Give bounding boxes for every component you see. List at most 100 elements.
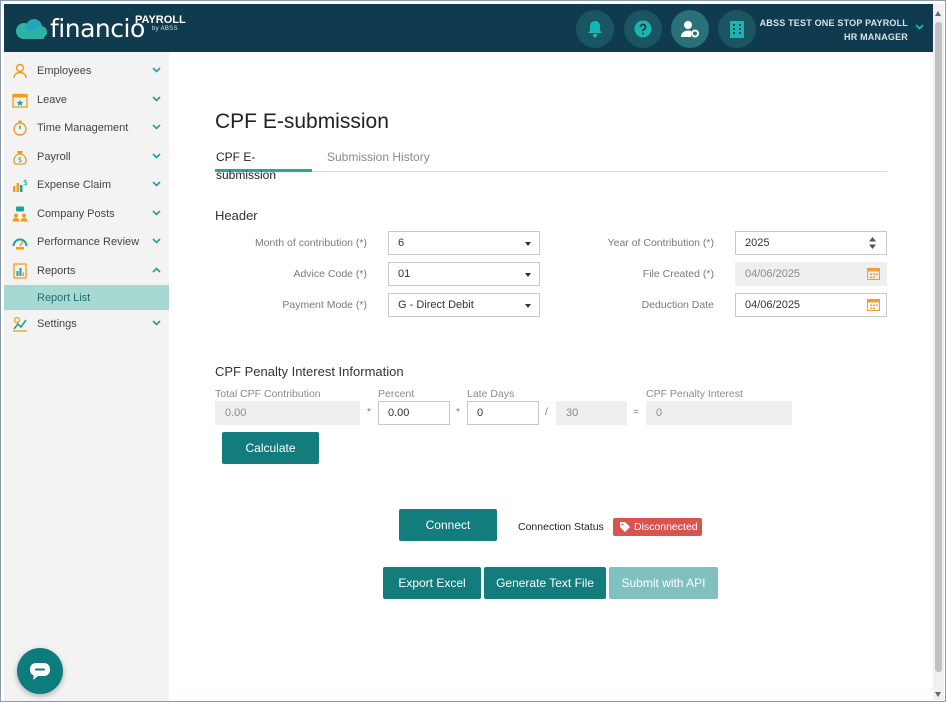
submit-with-api-button[interactable]: Submit with API bbox=[609, 567, 718, 599]
notifications-button[interactable] bbox=[576, 10, 614, 48]
sidebar-item-expense-claim[interactable]: $ Expense Claim bbox=[4, 171, 169, 200]
year-label: Year of Contribution (*) bbox=[607, 237, 714, 249]
sidebar-item-label: Performance Review bbox=[37, 236, 140, 249]
spinner-arrows-icon[interactable] bbox=[869, 237, 876, 249]
cloud-logo-icon bbox=[16, 19, 47, 39]
scroll-up-arrow-icon[interactable] bbox=[935, 11, 941, 16]
chevron-down-icon bbox=[152, 124, 161, 130]
advice-code-value: 01 bbox=[398, 268, 411, 280]
settings-chart-icon bbox=[13, 317, 27, 332]
sidebar-item-company-posts[interactable]: Company Posts bbox=[4, 200, 169, 229]
month-value: 6 bbox=[398, 237, 405, 249]
sidebar-item-label: Expense Claim bbox=[37, 179, 111, 192]
penalty-section-title: CPF Penalty Interest Information bbox=[215, 364, 404, 379]
total-cpf-value: 0.00 bbox=[225, 407, 247, 419]
divide-operator: / bbox=[545, 407, 548, 418]
chevron-down-icon bbox=[152, 152, 161, 159]
tab-bar: CPF E-submission Submission History bbox=[215, 148, 887, 182]
chevron-down-icon bbox=[152, 209, 161, 216]
year-value: 2025 bbox=[745, 237, 770, 249]
top-bar: financio PAYROLL by ABSS ABSS TEST ONE S… bbox=[4, 4, 933, 52]
company-name: ABSS TEST ONE STOP PAYROLL bbox=[759, 18, 908, 28]
file-created-label: File Created (*) bbox=[642, 268, 714, 280]
advice-code-label: Advice Code (*) bbox=[293, 268, 367, 280]
sidebar-subitem-report-list[interactable]: Report List bbox=[4, 285, 169, 310]
connection-status-label: Connection Status bbox=[518, 521, 604, 533]
calculate-button[interactable]: Calculate bbox=[222, 432, 319, 464]
chevron-down-icon[interactable] bbox=[915, 24, 924, 30]
advice-code-select[interactable]: 01 bbox=[388, 262, 540, 286]
chevron-up-icon bbox=[152, 266, 161, 273]
sidebar-item-employees[interactable]: Employees bbox=[4, 57, 169, 86]
connect-button[interactable]: Connect bbox=[399, 509, 497, 541]
svg-text:$: $ bbox=[18, 156, 22, 164]
month-select[interactable]: 6 bbox=[388, 231, 540, 255]
sidebar-item-label: Employees bbox=[37, 65, 92, 78]
status-badge-text: Disconnected bbox=[634, 521, 698, 533]
file-created-field: 04/06/2025 bbox=[735, 262, 887, 286]
payment-mode-select[interactable]: G - Direct Debit bbox=[388, 293, 540, 317]
sidebar-item-reports[interactable]: Reports bbox=[4, 257, 169, 286]
user-role: HR MANAGER bbox=[844, 32, 908, 42]
chevron-down-icon bbox=[152, 181, 161, 187]
sidebar-item-label: Leave bbox=[37, 93, 67, 106]
help-icon bbox=[634, 20, 652, 38]
export-excel-button[interactable]: Export Excel bbox=[383, 567, 481, 599]
year-stepper[interactable]: 2025 bbox=[735, 231, 887, 255]
scroll-down-arrow-icon[interactable] bbox=[935, 692, 941, 697]
byline: by ABSS bbox=[152, 26, 178, 32]
payment-mode-label: Payment Mode (*) bbox=[282, 299, 367, 311]
sidebar-item-settings[interactable]: Settings bbox=[4, 310, 169, 339]
main-content: CPF E-submission CPF E-submission Submis… bbox=[169, 52, 933, 701]
financio-logo[interactable]: financio bbox=[14, 14, 145, 44]
page-title: CPF E-submission bbox=[215, 110, 389, 133]
company-info[interactable]: ABSS TEST ONE STOP PAYROLL HR MANAGER bbox=[760, 16, 908, 44]
product-tag: PAYROLL bbox=[135, 14, 186, 26]
percent-input[interactable]: 0.00 bbox=[378, 401, 450, 425]
user-icon bbox=[13, 64, 27, 79]
sidebar-item-performance-review[interactable]: Performance Review bbox=[4, 228, 169, 257]
status-badge: Disconnected bbox=[613, 518, 702, 536]
svg-text:$: $ bbox=[23, 178, 28, 187]
generate-text-file-button[interactable]: Generate Text File bbox=[484, 567, 606, 599]
calendar-icon[interactable] bbox=[867, 298, 880, 311]
sidebar-item-label: Payroll bbox=[37, 150, 71, 163]
total-cpf-field: 0.00 bbox=[215, 401, 360, 425]
sidebar-item-leave[interactable]: Leave bbox=[4, 86, 169, 115]
vertical-scrollbar[interactable] bbox=[933, 4, 944, 700]
chart-dollar-icon: $ bbox=[13, 178, 28, 193]
tag-icon bbox=[620, 522, 630, 532]
chat-button[interactable] bbox=[17, 648, 63, 694]
report-icon bbox=[13, 263, 27, 279]
brand-word: financio bbox=[50, 14, 145, 43]
deduction-date-field[interactable]: 04/06/2025 bbox=[735, 293, 887, 317]
user-settings-button[interactable] bbox=[671, 10, 709, 48]
divisor-field: 30 bbox=[556, 401, 627, 425]
people-chat-icon bbox=[12, 206, 28, 222]
tab-cpf-e-submission[interactable]: CPF E-submission bbox=[215, 148, 312, 182]
chevron-down-icon bbox=[152, 67, 161, 73]
percent-value: 0.00 bbox=[388, 407, 410, 419]
late-days-label: Late Days bbox=[467, 388, 515, 400]
penalty-interest-field: 0 bbox=[646, 401, 792, 425]
building-icon bbox=[730, 21, 744, 38]
late-days-input[interactable]: 0 bbox=[467, 401, 539, 425]
penalty-interest-label: CPF Penalty Interest bbox=[646, 388, 743, 400]
help-button[interactable] bbox=[624, 10, 662, 48]
app-window: financio PAYROLL by ABSS ABSS TEST ONE S… bbox=[0, 0, 946, 702]
chat-icon bbox=[30, 663, 50, 680]
month-label: Month of contribution (*) bbox=[254, 237, 367, 249]
sidebar-item-time-management[interactable]: Time Management bbox=[4, 114, 169, 143]
total-cpf-label: Total CPF Contribution bbox=[215, 388, 321, 400]
scrollbar-thumb[interactable] bbox=[935, 22, 942, 672]
caret-down-icon bbox=[525, 242, 531, 246]
bell-icon bbox=[588, 21, 602, 38]
sidebar-item-label: Settings bbox=[37, 318, 77, 331]
equals-operator: = bbox=[633, 407, 639, 418]
deduction-date-label: Deduction Date bbox=[641, 299, 714, 311]
company-button[interactable] bbox=[718, 10, 756, 48]
deduction-date-value: 04/06/2025 bbox=[745, 299, 801, 311]
calendar-star-icon bbox=[12, 93, 28, 108]
sidebar-item-payroll[interactable]: $ Payroll bbox=[4, 143, 169, 172]
tab-submission-history[interactable]: Submission History bbox=[327, 148, 430, 172]
